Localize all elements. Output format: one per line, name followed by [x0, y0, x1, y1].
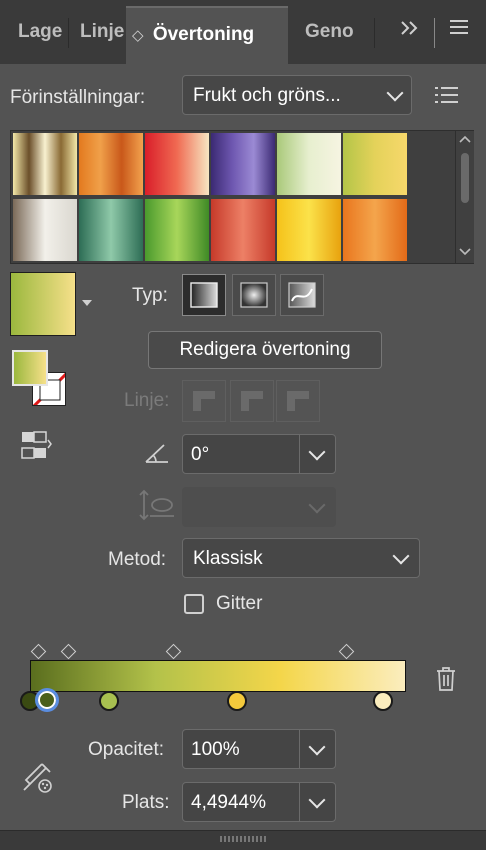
tab-separator — [434, 18, 435, 48]
presets-dropdown[interactable]: Frukt och gröns... — [182, 75, 412, 115]
stroke-gradient-within-button[interactable] — [182, 380, 226, 422]
chevrons-right-icon[interactable] — [398, 16, 422, 46]
panel-tab-bar: Lage Linje ◇ Övertoning Geno — [0, 0, 486, 66]
angle-value[interactable]: 0° — [191, 444, 209, 466]
opacity-combobox[interactable]: 100% — [182, 729, 336, 769]
stroke-label: Linje: — [124, 390, 170, 411]
list-view-icon[interactable] — [434, 84, 460, 111]
gradient-stop[interactable] — [226, 691, 247, 711]
gradient-preset-swatch[interactable] — [343, 199, 407, 261]
tab-linje[interactable]: Linje — [80, 8, 126, 56]
opacity-label: Opacitet: — [88, 739, 165, 760]
gradient-stop[interactable] — [98, 691, 119, 711]
grid-checkbox-label: Gitter — [216, 593, 263, 614]
method-value: Klassisk — [193, 548, 263, 569]
gradient-preset-swatch[interactable] — [343, 133, 407, 195]
tab-generator[interactable]: Geno — [305, 8, 353, 56]
swap-gradient-icon[interactable] — [20, 430, 52, 465]
combobox-divider — [299, 783, 300, 821]
tab-separator — [68, 18, 69, 48]
gradient-preset-swatch[interactable] — [277, 199, 341, 261]
gradient-midpoint-diamond[interactable] — [60, 643, 76, 660]
tab-options-diamond-icon: ◇ — [132, 27, 144, 44]
hamburger-menu-icon[interactable] — [448, 16, 470, 44]
location-label: Plats: — [122, 792, 170, 813]
gradient-midpoint-diamond[interactable] — [30, 643, 46, 660]
chevron-down-icon — [308, 496, 326, 514]
method-dropdown[interactable]: Klassisk — [182, 538, 420, 578]
gradient-stop[interactable] — [373, 691, 394, 711]
gradient-midpoint-diamond[interactable] — [165, 643, 182, 660]
tab-overtoning-label: Övertoning — [152, 24, 255, 45]
combobox-divider — [299, 730, 300, 768]
angle-combobox[interactable]: 0° — [182, 434, 336, 474]
gradient-preset-swatch[interactable] — [277, 133, 341, 195]
stroke-gradient-along-button[interactable] — [230, 380, 274, 422]
radial-gradient-button[interactable] — [232, 274, 276, 316]
gradient-stop-selected[interactable] — [34, 688, 59, 712]
type-label: Typ: — [132, 285, 168, 306]
location-combobox[interactable]: 4,4944% — [182, 782, 336, 822]
freeform-gradient-button[interactable] — [280, 274, 324, 316]
gradient-preset-swatch[interactable] — [211, 199, 275, 261]
gradient-preset-swatch[interactable] — [211, 133, 275, 195]
chevron-down-icon[interactable] — [308, 443, 326, 461]
edit-gradient-button[interactable]: Redigera övertoning — [148, 331, 382, 369]
chevron-down-icon[interactable] — [308, 738, 326, 756]
tab-separator — [374, 18, 375, 48]
gradient-preset-swatch[interactable] — [79, 199, 143, 261]
eyedropper-icon[interactable] — [20, 760, 56, 799]
gradient-preset-swatch[interactable] — [13, 199, 77, 261]
aspect-ratio-icon — [136, 488, 176, 527]
tab-lager[interactable]: Lage — [18, 8, 66, 56]
presets-value: Frukt och gröns... — [193, 85, 341, 106]
resize-grip-icon[interactable] — [220, 836, 266, 842]
method-label: Metod: — [108, 549, 167, 570]
panel-bottom-edge — [0, 830, 486, 850]
location-value[interactable]: 4,4944% — [191, 792, 266, 814]
presets-label: Förinställningar: — [10, 87, 146, 108]
fill-stroke-widget[interactable] — [10, 350, 74, 408]
grid-checkbox[interactable] — [184, 594, 204, 614]
gradient-swatch-grid — [10, 130, 474, 264]
chevron-down-icon[interactable] — [308, 791, 326, 809]
chevron-down-icon — [392, 547, 410, 565]
opacity-value[interactable]: 100% — [191, 739, 240, 761]
combobox-divider — [299, 435, 300, 473]
gradient-swatch-dropdown-icon[interactable] — [82, 300, 92, 306]
linear-gradient-button[interactable] — [182, 274, 226, 316]
angle-icon — [142, 440, 172, 471]
gradient-preset-swatch[interactable] — [145, 199, 209, 261]
gradient-slider[interactable] — [20, 640, 420, 720]
gradient-preset-swatch[interactable] — [79, 133, 143, 195]
gradient-preset-swatch[interactable] — [13, 133, 77, 195]
gradient-preset-swatch[interactable] — [145, 133, 209, 195]
gradient-midpoint-diamond[interactable] — [338, 643, 355, 660]
trash-icon[interactable] — [434, 666, 458, 697]
stroke-gradient-across-button[interactable] — [276, 380, 320, 422]
chevron-down-icon — [386, 84, 404, 102]
current-gradient-swatch[interactable] — [10, 272, 76, 336]
tab-overtoning[interactable]: ◇ Övertoning — [126, 6, 288, 66]
fill-swatch[interactable] — [12, 350, 48, 386]
swatch-scrollbar[interactable] — [455, 131, 474, 263]
aspect-ratio-combobox[interactable] — [182, 487, 336, 527]
gradient-ramp[interactable] — [30, 660, 406, 692]
